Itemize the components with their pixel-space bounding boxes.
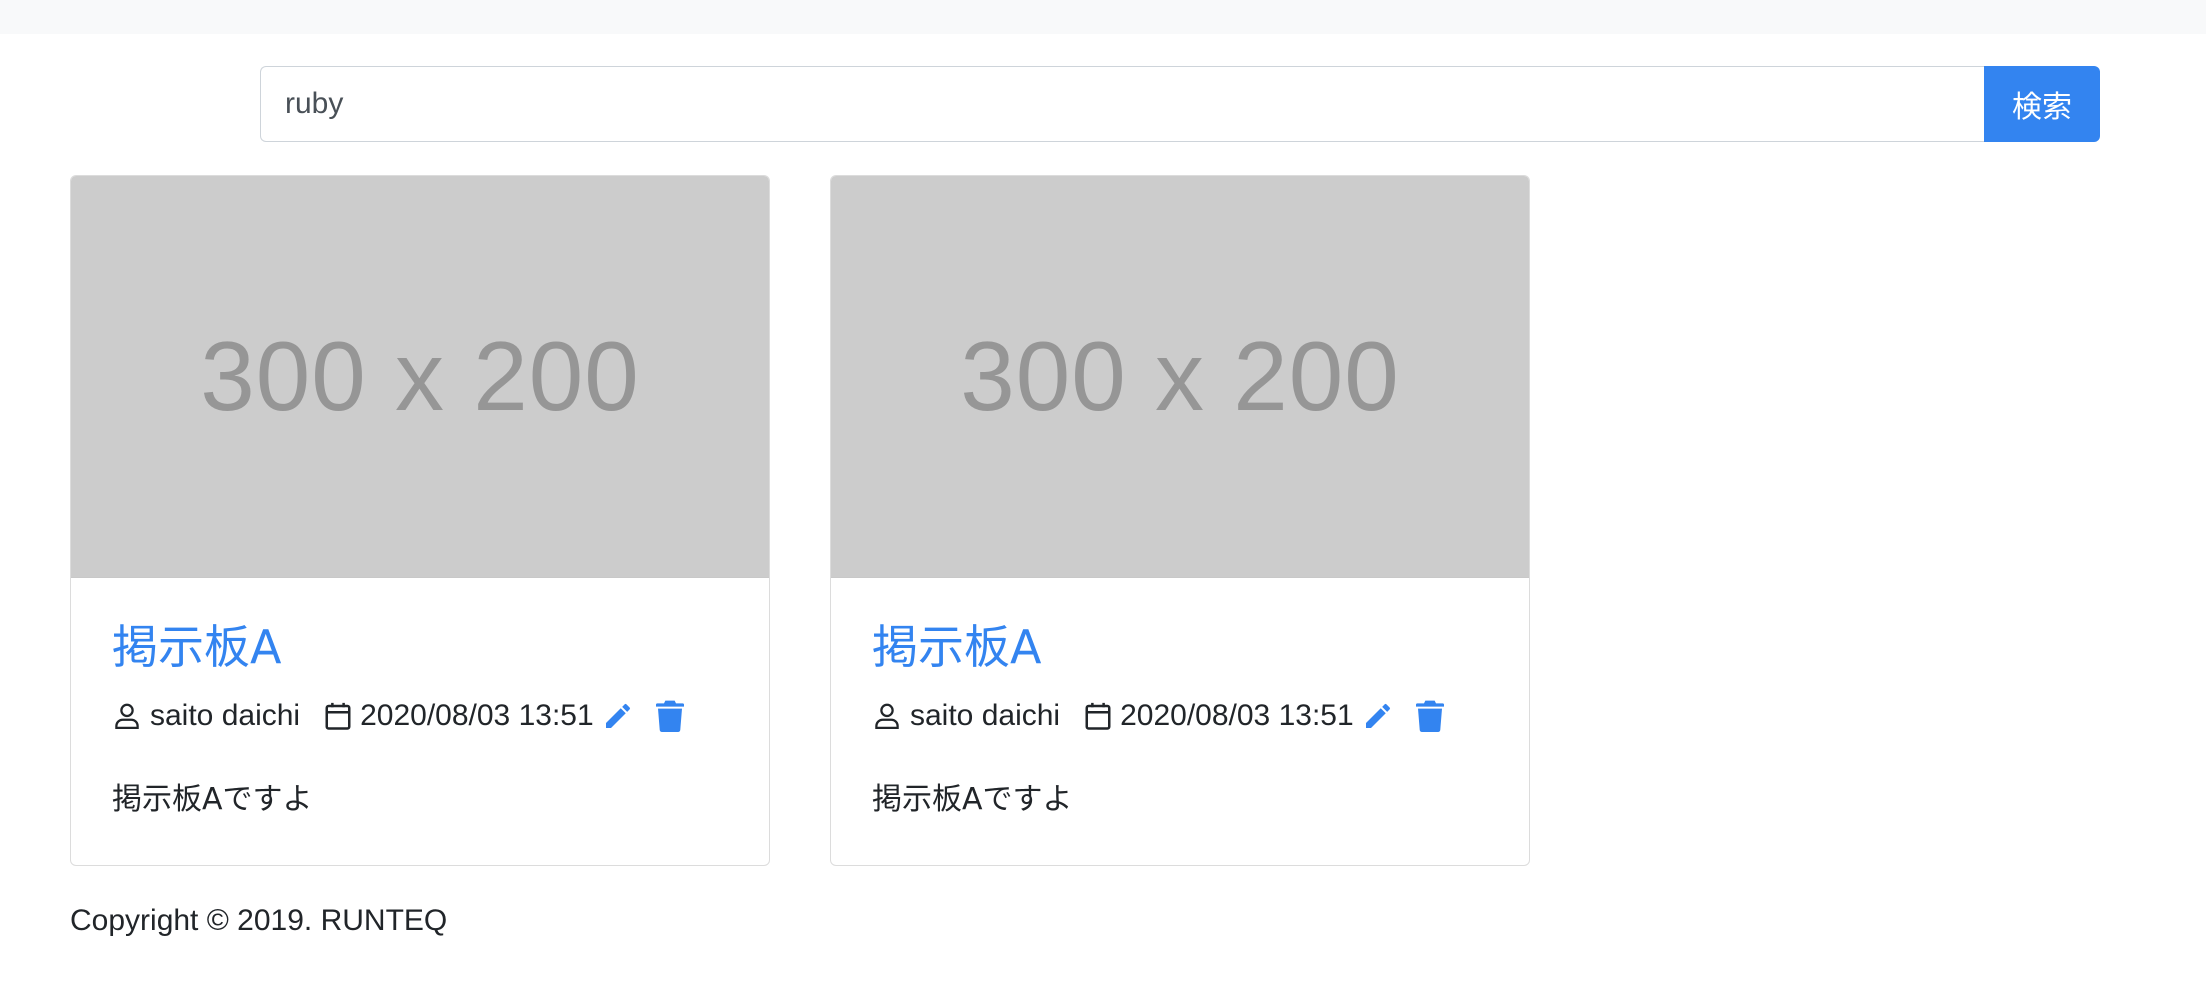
search-button[interactable]: 検索 [1984, 66, 2100, 142]
footer-copyright: Copyright © 2019. RUNTEQ [70, 904, 448, 937]
calendar-icon [324, 701, 352, 731]
board-description: 掲示板Aですよ [112, 782, 313, 817]
search-form: 検索 [260, 66, 2100, 142]
created-date: 2020/08/03 13:51 [1120, 699, 1354, 732]
author-name: saito daichi [910, 699, 1061, 732]
board-thumbnail: 300 x 200 [71, 176, 769, 578]
pencil-icon[interactable] [1362, 700, 1394, 732]
board-title-link[interactable]: 掲示板A [112, 618, 728, 676]
created-date: 2020/08/03 13:51 [360, 699, 594, 732]
board-card: 300 x 200 掲示板A saito daichi 2020/08/03 1… [830, 175, 1530, 866]
card-body: 掲示板A saito daichi 2020/08/03 13:51 掲示板Aで… [831, 618, 1529, 818]
board-meta: saito daichi 2020/08/03 13:51 [872, 696, 1488, 736]
author-name: saito daichi [150, 699, 301, 732]
thumbnail-placeholder-text: 300 x 200 [960, 321, 1400, 431]
trash-icon[interactable] [1415, 700, 1444, 732]
search-input[interactable] [260, 66, 1984, 142]
board-title-link[interactable]: 掲示板A [872, 618, 1488, 676]
user-icon [112, 701, 142, 731]
calendar-icon [1084, 701, 1112, 731]
board-card: 300 x 200 掲示板A saito daichi 2020/08/03 1… [70, 175, 770, 866]
thumbnail-placeholder-text: 300 x 200 [200, 321, 640, 431]
navbar [0, 0, 2206, 34]
user-icon [872, 701, 902, 731]
board-meta: saito daichi 2020/08/03 13:51 [112, 696, 728, 736]
board-thumbnail: 300 x 200 [831, 176, 1529, 578]
board-description: 掲示板Aですよ [872, 782, 1073, 817]
trash-icon[interactable] [655, 700, 684, 732]
pencil-icon[interactable] [602, 700, 634, 732]
card-body: 掲示板A saito daichi 2020/08/03 13:51 掲示板Aで… [71, 618, 769, 818]
